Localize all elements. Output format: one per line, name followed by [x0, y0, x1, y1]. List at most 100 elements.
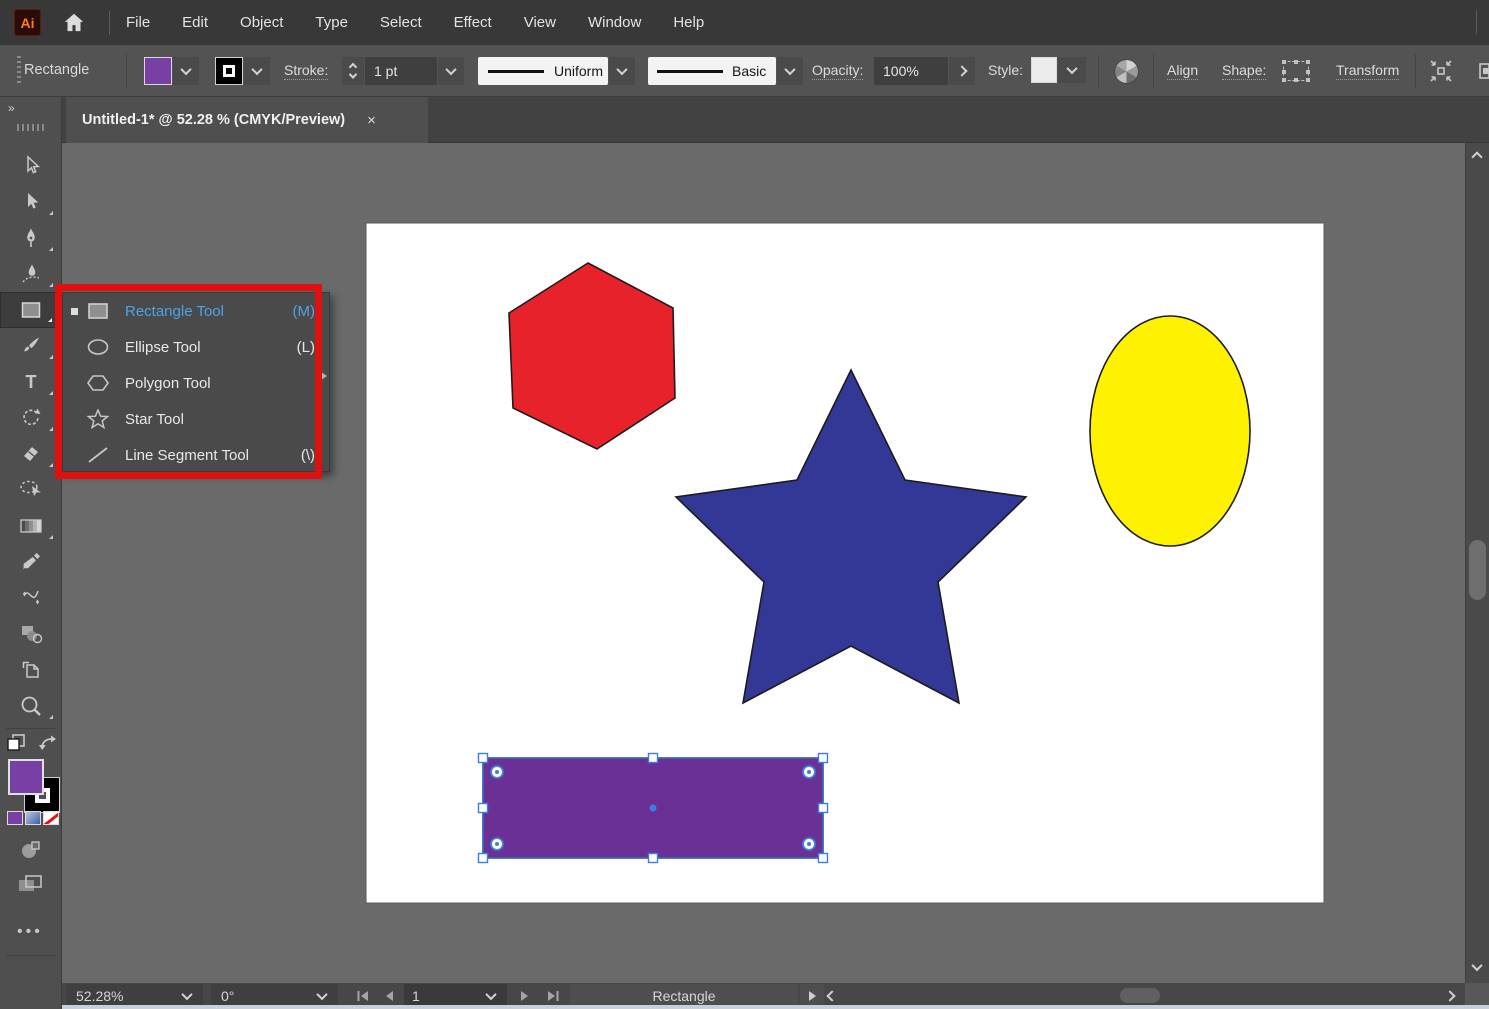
current-tool-marker: [71, 308, 78, 315]
menu-effect[interactable]: Effect: [438, 0, 508, 45]
chevron-down-icon: [180, 64, 191, 75]
style-dropdown[interactable]: [1058, 57, 1086, 83]
scroll-right-icon[interactable]: [1444, 990, 1455, 1001]
style-swatch[interactable]: [1031, 57, 1057, 83]
toolbar-divider: [6, 955, 56, 956]
fill-color-dropdown[interactable]: [173, 57, 199, 85]
gradient-mode-swatch[interactable]: [25, 811, 41, 825]
edit-toolbar-button[interactable]: •••: [17, 923, 43, 941]
color-mode-swatch[interactable]: [7, 811, 23, 825]
recolor-artwork-icon[interactable]: [1114, 59, 1139, 84]
document-tab[interactable]: Untitled-1* @ 52.28 % (CMYK/Preview) ×: [66, 97, 428, 143]
flyout-item-star-tool[interactable]: Star Tool: [63, 401, 329, 437]
tool-selection[interactable]: [0, 148, 62, 184]
toolbar-grip[interactable]: [17, 124, 45, 131]
menu-select[interactable]: Select: [364, 0, 438, 45]
menu-object[interactable]: Object: [224, 0, 299, 45]
rectangle-tool-icon: [87, 301, 113, 321]
none-mode-swatch[interactable]: [43, 811, 59, 825]
tool-rectangle[interactable]: [0, 292, 62, 328]
variable-width-profile-select[interactable]: Uniform: [478, 57, 608, 85]
default-fill-stroke-icon[interactable]: [6, 733, 28, 753]
menu-window[interactable]: Window: [572, 0, 657, 45]
tool-rotate[interactable]: [0, 400, 62, 436]
vertical-scroll-thumb[interactable]: [1469, 540, 1486, 600]
stroke-weight-label[interactable]: Stroke:: [284, 62, 328, 80]
swap-fill-stroke-icon[interactable]: [38, 733, 58, 753]
brush-dropdown[interactable]: [777, 57, 803, 85]
stroke-color-dropdown[interactable]: [244, 57, 270, 85]
polygon-tool-icon: [87, 373, 113, 393]
menu-edit[interactable]: Edit: [166, 0, 224, 45]
draw-mode-button[interactable]: [19, 839, 43, 861]
tool-zoom[interactable]: [0, 688, 62, 724]
tool-eraser[interactable]: [0, 436, 62, 472]
variable-width-dropdown[interactable]: [609, 57, 635, 85]
line-segment-tool-icon: [87, 445, 113, 465]
scroll-down-icon[interactable]: [1471, 960, 1482, 971]
shape-properties-icon[interactable]: [1283, 61, 1309, 81]
close-tab-icon[interactable]: ×: [367, 112, 376, 129]
chevron-down-icon: [251, 64, 262, 75]
horizontal-scroll-thumb[interactable]: [1120, 988, 1160, 1003]
tool-eyedropper[interactable]: [0, 544, 62, 580]
separator: [1153, 54, 1154, 88]
tool-direct-selection[interactable]: [0, 184, 62, 220]
app-logo-icon[interactable]: Ai: [14, 9, 41, 36]
flyout-item-rectangle-tool[interactable]: Rectangle Tool (M): [63, 293, 329, 329]
tool-gradient[interactable]: [0, 508, 62, 544]
tool-shape-builder[interactable]: [0, 616, 62, 652]
chevron-down-icon: [1066, 63, 1077, 74]
control-bar: Rectangle Stroke: 1 pt Uniform Basic Opa…: [0, 45, 1489, 97]
tool-lasso-select[interactable]: [0, 472, 62, 508]
flyout-item-polygon-tool[interactable]: Polygon Tool: [63, 365, 329, 401]
star-tool-icon: [87, 409, 113, 429]
tool-curvature[interactable]: [0, 256, 62, 292]
opacity-field[interactable]: 100%: [874, 57, 948, 85]
scroll-left-icon[interactable]: [826, 990, 837, 1001]
menu-type[interactable]: Type: [299, 0, 364, 45]
screen-mode-button[interactable]: [17, 873, 45, 895]
canvas[interactable]: [62, 143, 1465, 983]
vertical-scrollbar[interactable]: [1465, 143, 1489, 983]
scroll-up-icon[interactable]: [1471, 151, 1482, 162]
fill-indicator[interactable]: [8, 759, 44, 795]
opacity-panel-button[interactable]: [949, 57, 975, 85]
tool-paintbrush[interactable]: [0, 328, 62, 364]
fill-color-swatch[interactable]: [144, 57, 172, 85]
panel-grip[interactable]: [17, 56, 21, 86]
chevron-down-icon: [349, 70, 357, 78]
shape-ellipse[interactable]: [1090, 316, 1250, 546]
tool-pen[interactable]: [0, 220, 62, 256]
width-profile-preview: [488, 70, 544, 73]
more-options-icon[interactable]: [1478, 58, 1489, 84]
menu-file[interactable]: File: [110, 0, 166, 45]
tool-type[interactable]: T: [0, 364, 62, 400]
stroke-weight-dropdown[interactable]: [438, 57, 464, 85]
brush-preview: [657, 70, 723, 73]
stroke-weight-field[interactable]: 1 pt: [365, 57, 437, 85]
tool-blend[interactable]: [0, 580, 62, 616]
stroke-weight-stepper[interactable]: [342, 57, 364, 85]
shape-label[interactable]: Shape:: [1222, 62, 1266, 80]
home-icon[interactable]: [61, 10, 87, 36]
stroke-swatch-ring: [223, 65, 235, 77]
transform-button[interactable]: Transform: [1336, 62, 1399, 80]
align-button[interactable]: Align: [1167, 62, 1198, 80]
isolate-selection-icon[interactable]: [1427, 58, 1455, 84]
brush-definition-select[interactable]: Basic: [648, 57, 776, 85]
stroke-color-swatch[interactable]: [215, 57, 243, 85]
svg-text:T: T: [26, 372, 37, 392]
chevron-down-icon: [784, 64, 795, 75]
tool-artboard[interactable]: [0, 652, 62, 688]
opacity-label[interactable]: Opacity:: [812, 62, 863, 80]
chevron-right-icon: [956, 65, 967, 76]
flyout-tearoff-arrow-icon[interactable]: [321, 372, 327, 380]
flyout-item-ellipse-tool[interactable]: Ellipse Tool (L): [63, 329, 329, 365]
menu-help[interactable]: Help: [657, 0, 720, 45]
ellipse-tool-icon: [87, 337, 113, 357]
menu-bar: Ai File Edit Object Type Select Effect V…: [0, 0, 1489, 45]
menu-view[interactable]: View: [508, 0, 572, 45]
flyout-item-line-segment-tool[interactable]: Line Segment Tool (\): [63, 437, 329, 473]
toolbar-expand-icon[interactable]: »: [8, 101, 14, 115]
